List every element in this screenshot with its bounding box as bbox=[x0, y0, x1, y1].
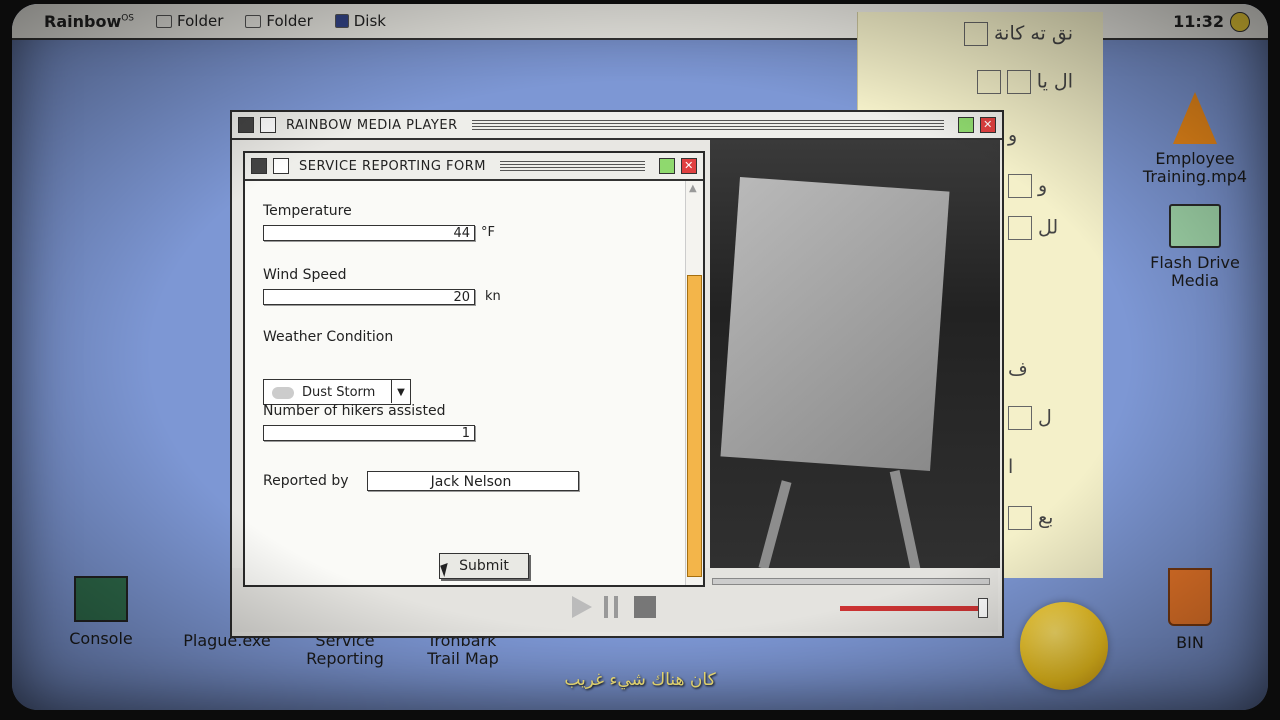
checkbox-icon bbox=[976, 70, 1001, 94]
temperature-field[interactable]: 44 bbox=[263, 225, 475, 241]
desktop-icon-label: Flash Drive bbox=[1150, 253, 1240, 272]
pause-button[interactable] bbox=[604, 596, 618, 618]
menu-folder-2[interactable]: Folder bbox=[245, 12, 313, 30]
window-menu-icon[interactable] bbox=[251, 158, 267, 174]
desktop-icon-flash-drive[interactable]: Flash Drive Media bbox=[1140, 204, 1250, 290]
note-line: ال يا bbox=[976, 70, 1073, 94]
checkbox-icon bbox=[1008, 216, 1032, 240]
desktop-screen: RainbowOS Folder Folder Disk 11:32 نق ته… bbox=[12, 4, 1268, 710]
checkbox-icon bbox=[1006, 70, 1031, 94]
form-scrollbar[interactable]: ▲ bbox=[685, 181, 702, 585]
stop-button[interactable] bbox=[634, 596, 656, 618]
close-button[interactable]: ✕ bbox=[980, 117, 996, 133]
desktop-icon-label: Reporting bbox=[306, 649, 384, 668]
desktop-icon-label: Trail Map bbox=[427, 649, 499, 668]
weather-selected-value: Dust Storm bbox=[302, 385, 376, 400]
folder-icon bbox=[245, 14, 262, 28]
checkbox-icon bbox=[1008, 174, 1032, 198]
form-title: SERVICE REPORTING FORM bbox=[299, 158, 487, 174]
desktop-icon-label: BIN bbox=[1176, 633, 1204, 652]
checkbox-icon bbox=[1008, 406, 1032, 430]
video-frame bbox=[710, 140, 1000, 568]
volume-knob[interactable] bbox=[978, 598, 988, 618]
note-line: و bbox=[1008, 124, 1018, 146]
hikers-field[interactable]: 1 bbox=[263, 425, 475, 441]
folder-icon bbox=[156, 14, 173, 28]
media-player-title: RAINBOW MEDIA PLAYER bbox=[286, 117, 458, 133]
window-menu-icon[interactable] bbox=[238, 117, 254, 133]
hikers-label: Number of hikers assisted bbox=[263, 403, 446, 419]
wind-speed-unit: kn bbox=[485, 289, 501, 304]
weather-label: Weather Condition bbox=[263, 329, 394, 345]
dust-cloud-icon bbox=[272, 386, 294, 399]
terminal-icon bbox=[74, 576, 128, 622]
menu-disk[interactable]: Disk bbox=[334, 12, 386, 30]
close-button[interactable]: ✕ bbox=[681, 158, 697, 174]
window-shade-icon[interactable] bbox=[273, 158, 289, 174]
desktop-icon-label: Media bbox=[1170, 271, 1220, 290]
desktop-icon-label: Employee bbox=[1155, 149, 1235, 168]
reported-by-field[interactable]: Jack Nelson bbox=[367, 471, 579, 491]
os-logo[interactable]: RainbowOS bbox=[44, 12, 134, 31]
titlebar-stripes bbox=[471, 120, 944, 130]
menu-folder-1-label: Folder bbox=[177, 12, 224, 30]
note-line: بع bbox=[1008, 506, 1053, 530]
desktop-icon-bin[interactable]: BIN bbox=[1150, 568, 1230, 652]
volume-slider[interactable] bbox=[840, 606, 980, 611]
desktop-icon-training-video[interactable]: Employee Training.mp4 bbox=[1140, 92, 1250, 186]
easel-leg bbox=[889, 470, 921, 568]
note-line: ف bbox=[1008, 358, 1028, 380]
service-reporting-form: SERVICE REPORTING FORM ✕ Temperature 44 … bbox=[243, 151, 705, 587]
desktop-icon-console[interactable]: Console bbox=[56, 576, 146, 648]
note-line: ا bbox=[1008, 456, 1014, 478]
temperature-label: Temperature bbox=[263, 203, 352, 219]
checkbox-icon bbox=[963, 22, 988, 46]
minimize-button[interactable] bbox=[659, 158, 675, 174]
trash-icon bbox=[1168, 568, 1212, 626]
submit-button[interactable]: Submit bbox=[439, 553, 529, 579]
scroll-thumb[interactable] bbox=[687, 275, 702, 577]
titlebar-stripes bbox=[500, 161, 645, 171]
play-button[interactable] bbox=[572, 596, 592, 618]
note-line: نق ته كانة bbox=[963, 22, 1073, 46]
note-line: لل bbox=[1008, 216, 1058, 240]
menu-folder-1[interactable]: Folder bbox=[156, 12, 223, 30]
form-titlebar[interactable]: SERVICE REPORTING FORM ✕ bbox=[245, 153, 703, 181]
chevron-down-icon[interactable]: ▼ bbox=[391, 380, 410, 403]
wind-speed-label: Wind Speed bbox=[263, 267, 347, 283]
smiley-icon[interactable] bbox=[1230, 12, 1250, 32]
desktop-icon-label: Console bbox=[69, 629, 133, 648]
weather-select[interactable]: Dust Storm ▼ bbox=[263, 379, 411, 405]
checkbox-icon bbox=[1008, 506, 1032, 530]
menu-disk-label: Disk bbox=[353, 12, 386, 30]
easel-leg bbox=[758, 480, 792, 568]
reported-by-label: Reported by bbox=[263, 473, 349, 489]
folder-icon bbox=[1169, 204, 1221, 248]
video-canvas-board bbox=[720, 177, 950, 471]
wind-speed-field[interactable]: 20 bbox=[263, 289, 475, 305]
note-line: و bbox=[1008, 174, 1047, 198]
clock: 11:32 bbox=[1173, 12, 1224, 31]
scroll-up-icon[interactable]: ▲ bbox=[689, 183, 697, 194]
temperature-unit: °F bbox=[481, 225, 495, 240]
window-shade-icon[interactable] bbox=[260, 117, 276, 133]
subtitle-caption: كان هناك شيء غريب bbox=[564, 670, 716, 690]
minimize-button[interactable] bbox=[958, 117, 974, 133]
desktop-icon-label: Training.mp4 bbox=[1142, 167, 1248, 186]
seek-bar[interactable] bbox=[712, 578, 990, 585]
form-body: Temperature 44 °F Wind Speed 20 kn Weath… bbox=[245, 181, 685, 585]
note-line: ل bbox=[1008, 406, 1052, 430]
disk-icon bbox=[334, 14, 349, 28]
menu-folder-2-label: Folder bbox=[266, 12, 313, 30]
traffic-cone-icon bbox=[1173, 92, 1217, 144]
media-player-titlebar[interactable]: RAINBOW MEDIA PLAYER ✕ bbox=[232, 112, 1002, 140]
